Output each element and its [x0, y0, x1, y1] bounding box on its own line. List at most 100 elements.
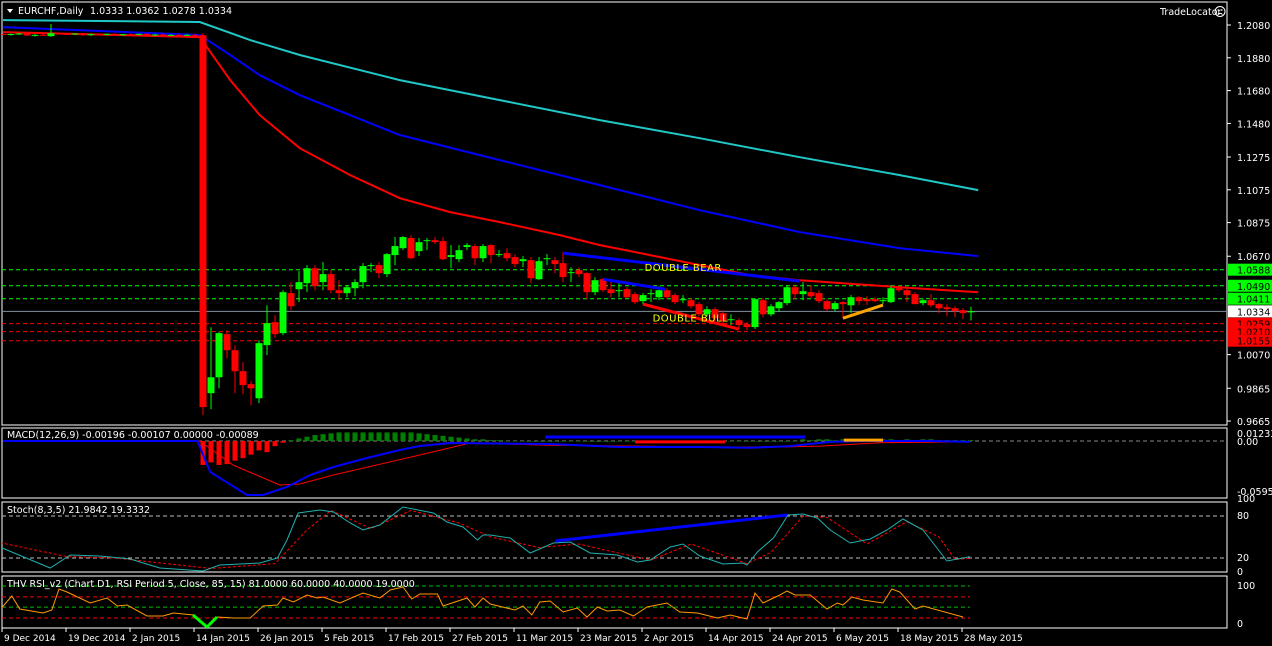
macd-histogram-bar: [608, 441, 614, 442]
candle-body: [847, 297, 855, 306]
candle-body: [71, 33, 79, 35]
candle-body: [303, 268, 311, 284]
candle-body: [527, 260, 535, 279]
price-tick-label: 1.1275: [1237, 153, 1270, 164]
candle-body: [951, 308, 959, 312]
candle-body: [735, 320, 743, 326]
trading-chart[interactable]: DOUBLE BEAR DOUBLE BULL 1.0588 1.0490 1.041…: [0, 0, 1272, 646]
price-level-value: 1.0588: [1237, 266, 1270, 277]
candle: [255, 340, 263, 404]
macd-histogram-bar: [472, 439, 478, 441]
price-tick-label: 0.9665: [1237, 417, 1270, 428]
time-tick-label: 26 Jan 2015: [260, 634, 314, 644]
ohlc-readout: 1.0333 1.0362 1.0278 1.0334: [90, 6, 232, 17]
rsi-tick-label: 100: [1237, 581, 1255, 592]
price-level-value: 1.0411: [1237, 295, 1270, 306]
candle-body: [591, 280, 599, 293]
macd-histogram-bar: [424, 434, 430, 441]
macd-histogram-bar: [600, 441, 606, 442]
candle-body: [407, 238, 415, 259]
time-tick-label: 24 Apr 2015: [772, 634, 828, 644]
macd-histogram-bar: [400, 432, 406, 441]
macd-histogram-bar: [216, 441, 222, 465]
macd-histogram-bar: [272, 441, 278, 447]
candle-body: [367, 265, 375, 267]
macd-histogram-bar: [408, 432, 414, 441]
candle-body: [87, 34, 95, 36]
pattern-annotation: DOUBLE BULL: [653, 314, 729, 325]
macd-histogram-bar: [592, 441, 598, 442]
macd-histogram-bar: [536, 441, 542, 442]
candle-body: [463, 245, 471, 248]
macd-histogram-bar: [368, 432, 374, 441]
candle-body: [23, 33, 31, 36]
macd-histogram-bar: [520, 441, 526, 442]
candle-body: [903, 290, 911, 296]
candle-body: [775, 302, 783, 309]
candle-body: [623, 289, 631, 298]
candle-body: [783, 287, 791, 304]
macd-histogram-bar: [760, 441, 766, 442]
macd-histogram-bar: [816, 439, 822, 441]
candle-body: [743, 324, 751, 328]
candle-body: [567, 272, 575, 274]
candle-body: [919, 300, 927, 304]
candle-body: [343, 287, 351, 294]
candle-body: [351, 282, 359, 289]
macd-histogram-bar: [768, 441, 774, 442]
macd-histogram-bar: [304, 436, 310, 441]
time-tick-label: 2 Jan 2015: [132, 634, 180, 644]
chart-background: [0, 0, 1272, 646]
candle-body: [559, 263, 567, 278]
candle-body: [271, 322, 279, 335]
candle-body: [831, 303, 839, 310]
macd-histogram-bar: [432, 435, 438, 441]
candle-body: [807, 292, 815, 297]
candle-body: [511, 257, 519, 265]
candle-body: [455, 250, 463, 260]
candle-body: [7, 34, 15, 36]
candle-body: [431, 240, 439, 243]
macd-histogram-bar: [560, 441, 566, 442]
candle-body: [799, 291, 807, 295]
candle-body: [223, 334, 231, 351]
candle-body: [119, 34, 127, 36]
candle-body: [175, 34, 183, 36]
time-tick-label: 18 May 2015: [900, 634, 959, 644]
time-tick-label: 19 Dec 2014: [68, 634, 126, 644]
candle-body: [15, 33, 23, 35]
candle-body: [887, 288, 895, 303]
candle-body: [447, 255, 455, 258]
candle-body: [503, 253, 511, 259]
macd-histogram-bar: [320, 434, 326, 441]
price-tick-label: 1.0875: [1237, 219, 1270, 230]
price-tick-label: 1.2080: [1237, 21, 1270, 32]
time-tick-label: 14 Jan 2015: [196, 634, 250, 644]
stochastic-label: Stoch(8,3,5) 21.9842 19.3332: [7, 505, 150, 516]
candle-body: [159, 34, 167, 36]
macd-histogram-bar: [296, 438, 302, 441]
candle-body: [55, 33, 63, 35]
macd-histogram-bar: [504, 441, 510, 442]
price-tick-label: 1.0670: [1237, 252, 1270, 263]
macd-histogram-bar: [528, 441, 534, 442]
candle-body: [103, 33, 111, 35]
candle-body: [383, 254, 391, 275]
macd-histogram-bar: [576, 441, 582, 442]
price-tick-label: 0.9865: [1237, 384, 1270, 395]
rsi-tick-label: 0: [1237, 619, 1243, 630]
macd-histogram-bar: [544, 441, 550, 442]
stochastic-tick-label: 20: [1237, 553, 1249, 564]
candle-body: [39, 34, 47, 36]
macd-histogram-bar: [336, 432, 342, 441]
time-tick-label: 28 May 2015: [964, 634, 1023, 644]
macd-histogram-bar: [568, 441, 574, 442]
candle: [783, 285, 791, 306]
candle-body: [111, 33, 119, 36]
macd-histogram-bar: [352, 432, 358, 441]
candle-body: [439, 241, 447, 260]
candle-body: [895, 288, 903, 291]
macd-histogram-bar: [232, 441, 238, 461]
macd-histogram-bar: [248, 441, 254, 455]
candle-body: [95, 34, 103, 36]
